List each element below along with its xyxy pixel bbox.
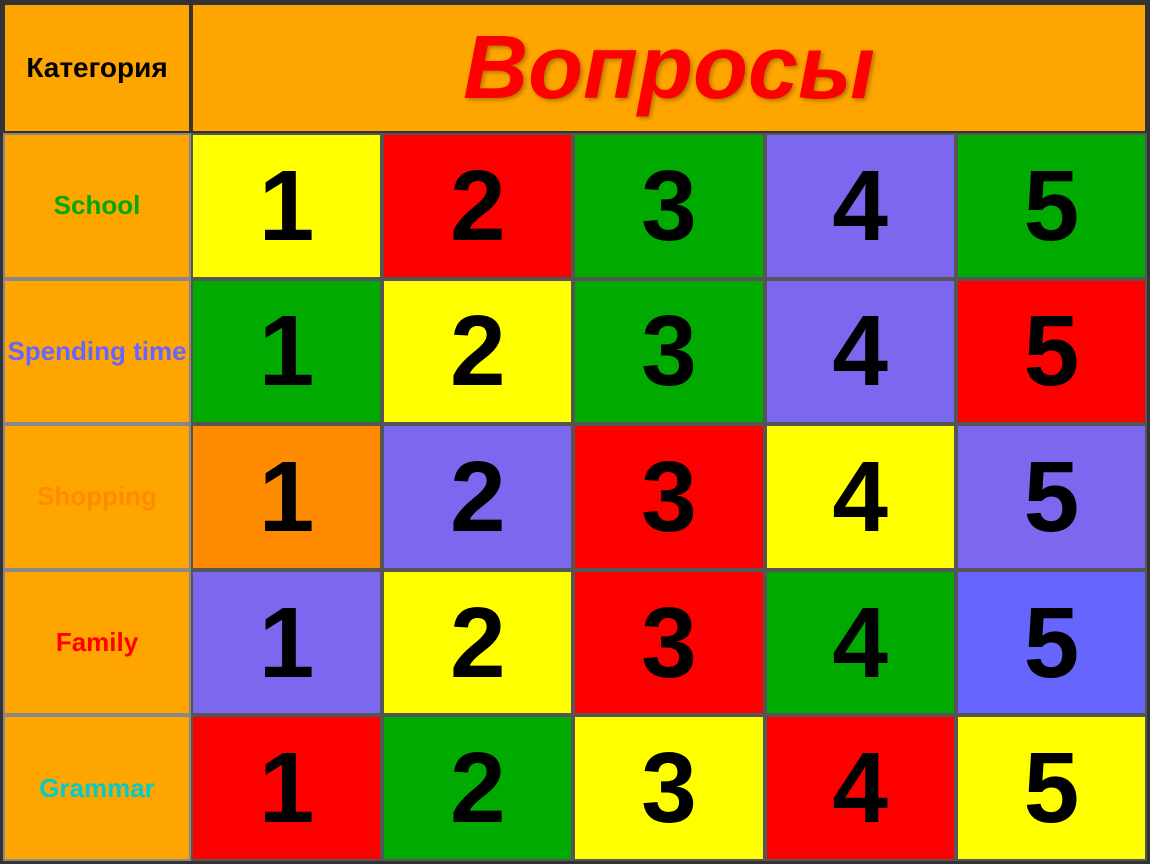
- spending-q1[interactable]: 1: [191, 279, 382, 425]
- grammar-q1[interactable]: 1: [191, 715, 382, 861]
- grammar-q3-number: 3: [641, 738, 697, 838]
- spending-q3-number: 3: [641, 301, 697, 401]
- grammar-q3[interactable]: 3: [573, 715, 764, 861]
- family-q3-number: 3: [641, 593, 697, 693]
- category-family: Family: [3, 570, 191, 716]
- family-q2[interactable]: 2: [382, 570, 573, 716]
- shopping-q3[interactable]: 3: [573, 424, 764, 570]
- spending-q2[interactable]: 2: [382, 279, 573, 425]
- shopping-q4-number: 4: [832, 447, 888, 547]
- spending-q4[interactable]: 4: [765, 279, 956, 425]
- spending-q5[interactable]: 5: [956, 279, 1147, 425]
- spending-q5-number: 5: [1024, 301, 1080, 401]
- school-q2-number: 2: [450, 156, 506, 256]
- shopping-q5-number: 5: [1024, 447, 1080, 547]
- category-family-label: Family: [56, 627, 138, 658]
- shopping-q1-number: 1: [259, 447, 315, 547]
- header-title-cell: Вопросы: [191, 3, 1147, 133]
- category-shopping: Shopping: [3, 424, 191, 570]
- shopping-q1[interactable]: 1: [191, 424, 382, 570]
- school-q4[interactable]: 4: [765, 133, 956, 279]
- shopping-q3-number: 3: [641, 447, 697, 547]
- school-q1[interactable]: 1: [191, 133, 382, 279]
- shopping-q2-number: 2: [450, 447, 506, 547]
- family-q4[interactable]: 4: [765, 570, 956, 716]
- grammar-q1-number: 1: [259, 738, 315, 838]
- category-school: School: [3, 133, 191, 279]
- shopping-q2[interactable]: 2: [382, 424, 573, 570]
- category-shopping-label: Shopping: [37, 481, 157, 512]
- family-q3[interactable]: 3: [573, 570, 764, 716]
- shopping-q5[interactable]: 5: [956, 424, 1147, 570]
- family-q1-number: 1: [259, 593, 315, 693]
- family-q4-number: 4: [832, 593, 888, 693]
- grammar-q2[interactable]: 2: [382, 715, 573, 861]
- family-q1[interactable]: 1: [191, 570, 382, 716]
- category-header-label: Категория: [26, 51, 167, 85]
- family-q2-number: 2: [450, 593, 506, 693]
- category-spending-label: Spending time: [7, 336, 186, 367]
- spending-q3[interactable]: 3: [573, 279, 764, 425]
- header-category-cell: Категория: [3, 3, 191, 133]
- main-grid: Категория Вопросы School 1 2 3 4 5 Spend…: [0, 0, 1150, 864]
- school-q2[interactable]: 2: [382, 133, 573, 279]
- school-q3[interactable]: 3: [573, 133, 764, 279]
- grammar-q5[interactable]: 5: [956, 715, 1147, 861]
- header-title-text: Вопросы: [463, 17, 875, 120]
- family-q5[interactable]: 5: [956, 570, 1147, 716]
- grammar-q4[interactable]: 4: [765, 715, 956, 861]
- family-q5-number: 5: [1024, 593, 1080, 693]
- school-q4-number: 4: [832, 156, 888, 256]
- grammar-q2-number: 2: [450, 738, 506, 838]
- grammar-q4-number: 4: [832, 738, 888, 838]
- category-grammar: Grammar: [3, 715, 191, 861]
- school-q5[interactable]: 5: [956, 133, 1147, 279]
- school-q3-number: 3: [641, 156, 697, 256]
- category-grammar-label: Grammar: [39, 773, 155, 804]
- spending-q1-number: 1: [259, 301, 315, 401]
- spending-q2-number: 2: [450, 301, 506, 401]
- shopping-q4[interactable]: 4: [765, 424, 956, 570]
- spending-q4-number: 4: [832, 301, 888, 401]
- school-q5-number: 5: [1024, 156, 1080, 256]
- school-q1-number: 1: [259, 156, 315, 256]
- category-spending: Spending time: [3, 279, 191, 425]
- grammar-q5-number: 5: [1024, 738, 1080, 838]
- category-school-label: School: [54, 190, 141, 221]
